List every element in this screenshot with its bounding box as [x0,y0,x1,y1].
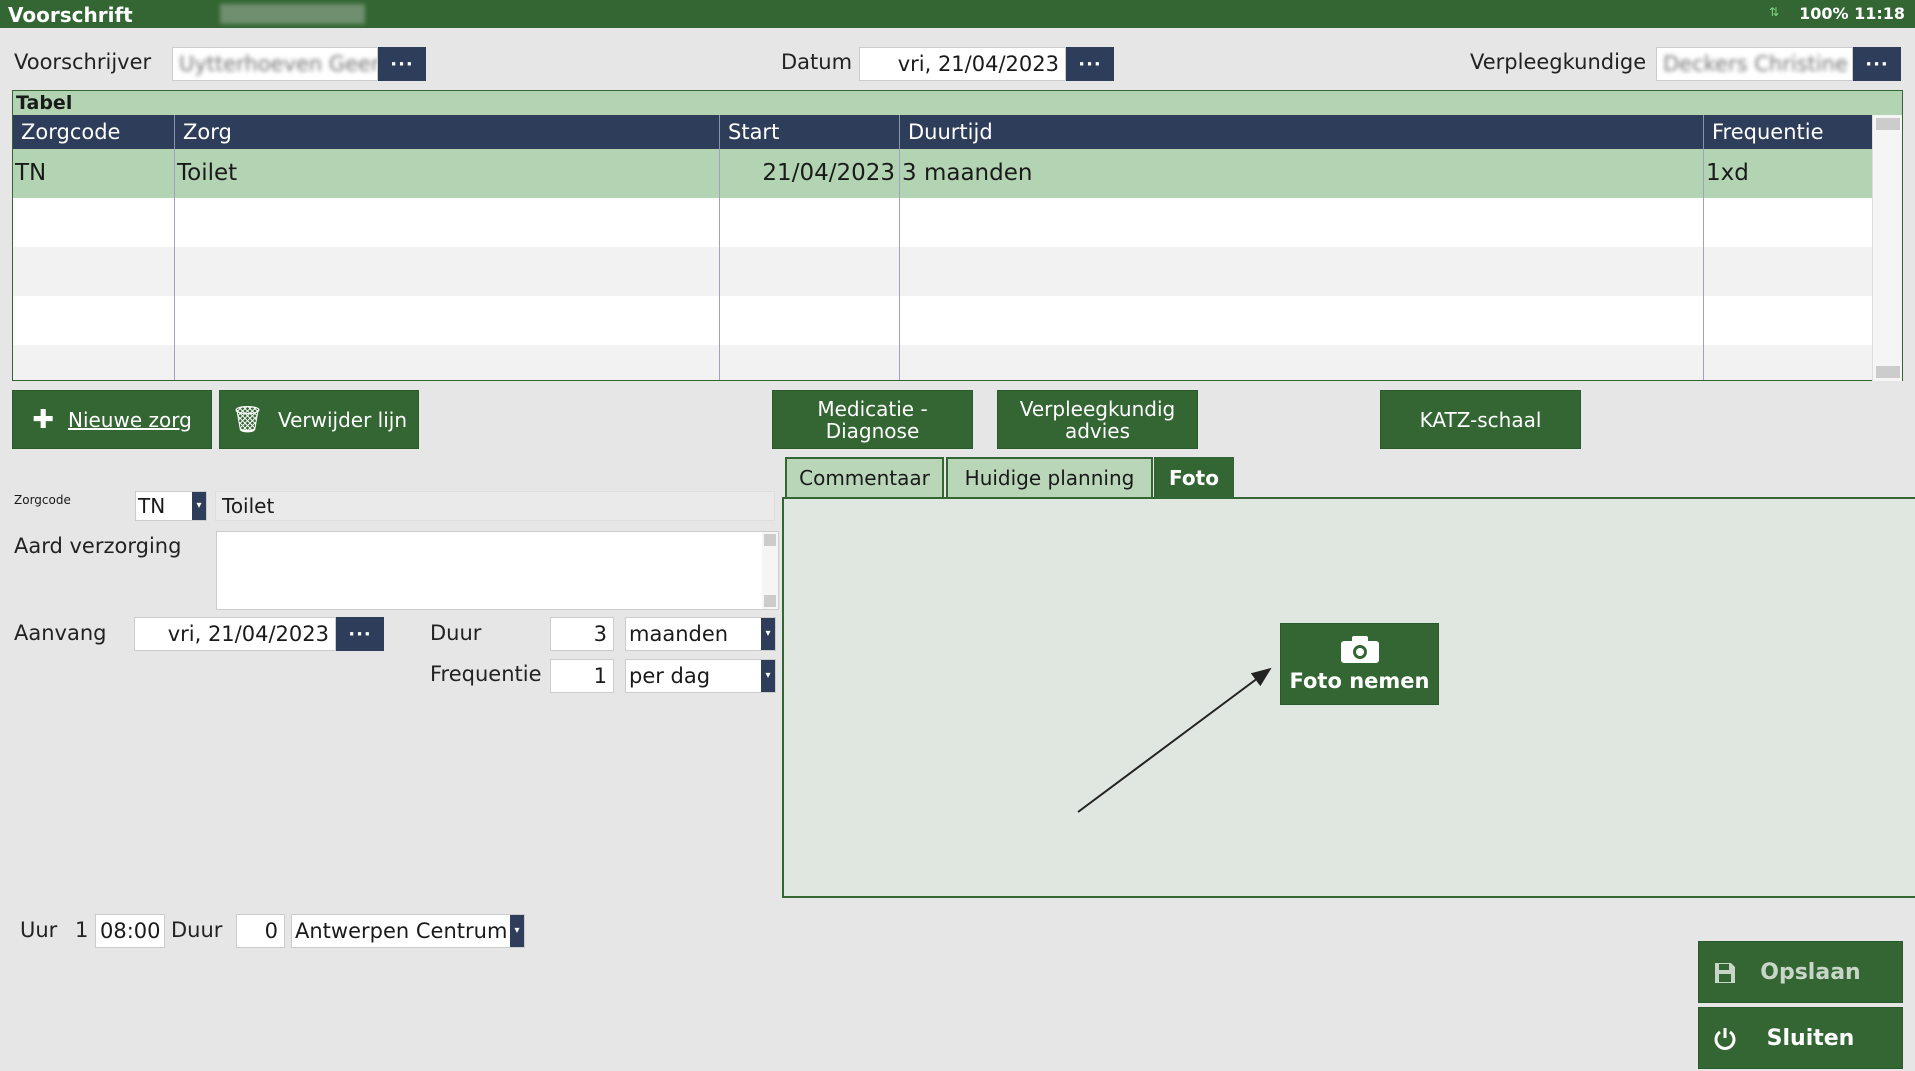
window-title: Voorschrift [8,3,133,27]
zorgcode-label: Zorgcode [14,493,71,507]
col-zorg[interactable]: Zorg [175,115,720,149]
new-care-button[interactable]: ✚ Nieuwe zorg [12,390,212,449]
aanvang-picker-button[interactable]: ··· [336,617,384,651]
title-bar: Voorschrift ⇅ 100% 11:18 [0,0,1915,28]
date-label: Datum [781,50,853,74]
duur-unit-select[interactable]: maanden ▾ [625,617,776,651]
chevron-down-icon[interactable]: ▾ [761,660,775,692]
tab-foto[interactable]: Foto [1154,457,1234,497]
plus-icon: ✚ [32,404,54,435]
frequentie-label: Frequentie [430,662,542,686]
frequentie-unit-select[interactable]: per dag ▾ [625,659,776,693]
duur-label: Duur [430,621,482,645]
bed-number-blurred [220,4,365,24]
chevron-down-icon[interactable]: ▾ [192,492,206,520]
col-duurtijd[interactable]: Duurtijd [900,115,1704,149]
date-picker-button[interactable]: ··· [1066,47,1114,81]
chevron-down-icon[interactable]: ▾ [761,618,775,650]
scroll-thumb-top[interactable] [1876,118,1900,130]
table-header: Zorgcode Zorg Start Duurtijd Frequentie [13,115,1873,149]
zorg-name-field: Toilet [215,491,775,521]
delete-line-button[interactable]: 🗑 Verwijder lijn [219,390,419,449]
signal-icon: ⇅ [1768,5,1779,19]
battery-clock: 100% 11:18 [1799,4,1905,23]
frequentie-value-field[interactable]: 1 [550,659,614,693]
nurse-picker-button[interactable]: ··· [1853,47,1901,81]
textarea-scrollbar[interactable] [762,532,778,609]
bottom-duur-label: Duur [171,918,223,942]
save-button[interactable]: Opslaan [1698,941,1903,1003]
annotation-arrow [1077,667,1272,813]
medication-diagnosis-button[interactable]: Medicatie - Diagnose [772,390,973,449]
chevron-down-icon[interactable]: ▾ [510,915,524,947]
uur-index: 1 [75,918,89,942]
uur-time-field[interactable]: 08:00 [95,914,165,948]
tab-huidige-planning[interactable]: Huidige planning [946,457,1153,497]
table-title: Tabel [13,91,1902,115]
scroll-thumb-bottom[interactable] [1876,366,1900,378]
close-button[interactable]: Sluiten [1698,1007,1903,1069]
prescriber-picker-button[interactable]: ··· [378,47,426,81]
col-zorgcode[interactable]: Zorgcode [13,115,175,149]
prescriber-field[interactable]: Uytterhoeven Geer [172,47,378,81]
photo-tab-panel: Foto nemen [782,497,1915,898]
table-row[interactable] [13,198,1873,247]
prescriber-label: Voorschrijver [14,50,152,74]
aard-verzorging-label: Aard verzorging [14,534,182,558]
floppy-disk-icon [1715,963,1735,983]
nurse-label: Verpleegkundige [1470,50,1647,74]
location-select[interactable]: Antwerpen Centrum ▾ [291,914,525,948]
aanvang-label: Aanvang [14,621,107,645]
katz-scale-button[interactable]: KATZ-schaal [1380,390,1581,449]
table-row[interactable]: TN Toilet 21/04/2023 3 maanden 1xd [13,149,1873,198]
nurse-field[interactable]: Deckers Christine [1656,47,1853,81]
care-table: Tabel Zorgcode Zorg Start Duurtijd Frequ… [12,90,1903,381]
power-icon [1714,1028,1736,1050]
aanvang-date-field[interactable]: vri, 21/04/2023 [134,617,336,651]
table-row[interactable] [13,296,1873,345]
table-row[interactable] [13,345,1873,380]
table-row[interactable] [13,247,1873,296]
col-start[interactable]: Start [720,115,900,149]
tab-commentaar[interactable]: Commentaar [785,457,944,497]
zorgcode-select[interactable]: TN ▾ [135,491,207,521]
nurse-advice-button[interactable]: Verpleegkundig advies [997,390,1198,449]
col-frequentie[interactable]: Frequentie [1704,115,1873,149]
date-field[interactable]: vri, 21/04/2023 [859,47,1066,81]
bottom-duur-field[interactable]: 0 [236,914,285,948]
table-scrollbar[interactable] [1872,115,1902,381]
duur-value-field[interactable]: 3 [550,617,614,651]
trash-icon: 🗑 [230,404,264,435]
aard-verzorging-textarea[interactable] [216,531,779,610]
uur-label: Uur [20,918,58,942]
